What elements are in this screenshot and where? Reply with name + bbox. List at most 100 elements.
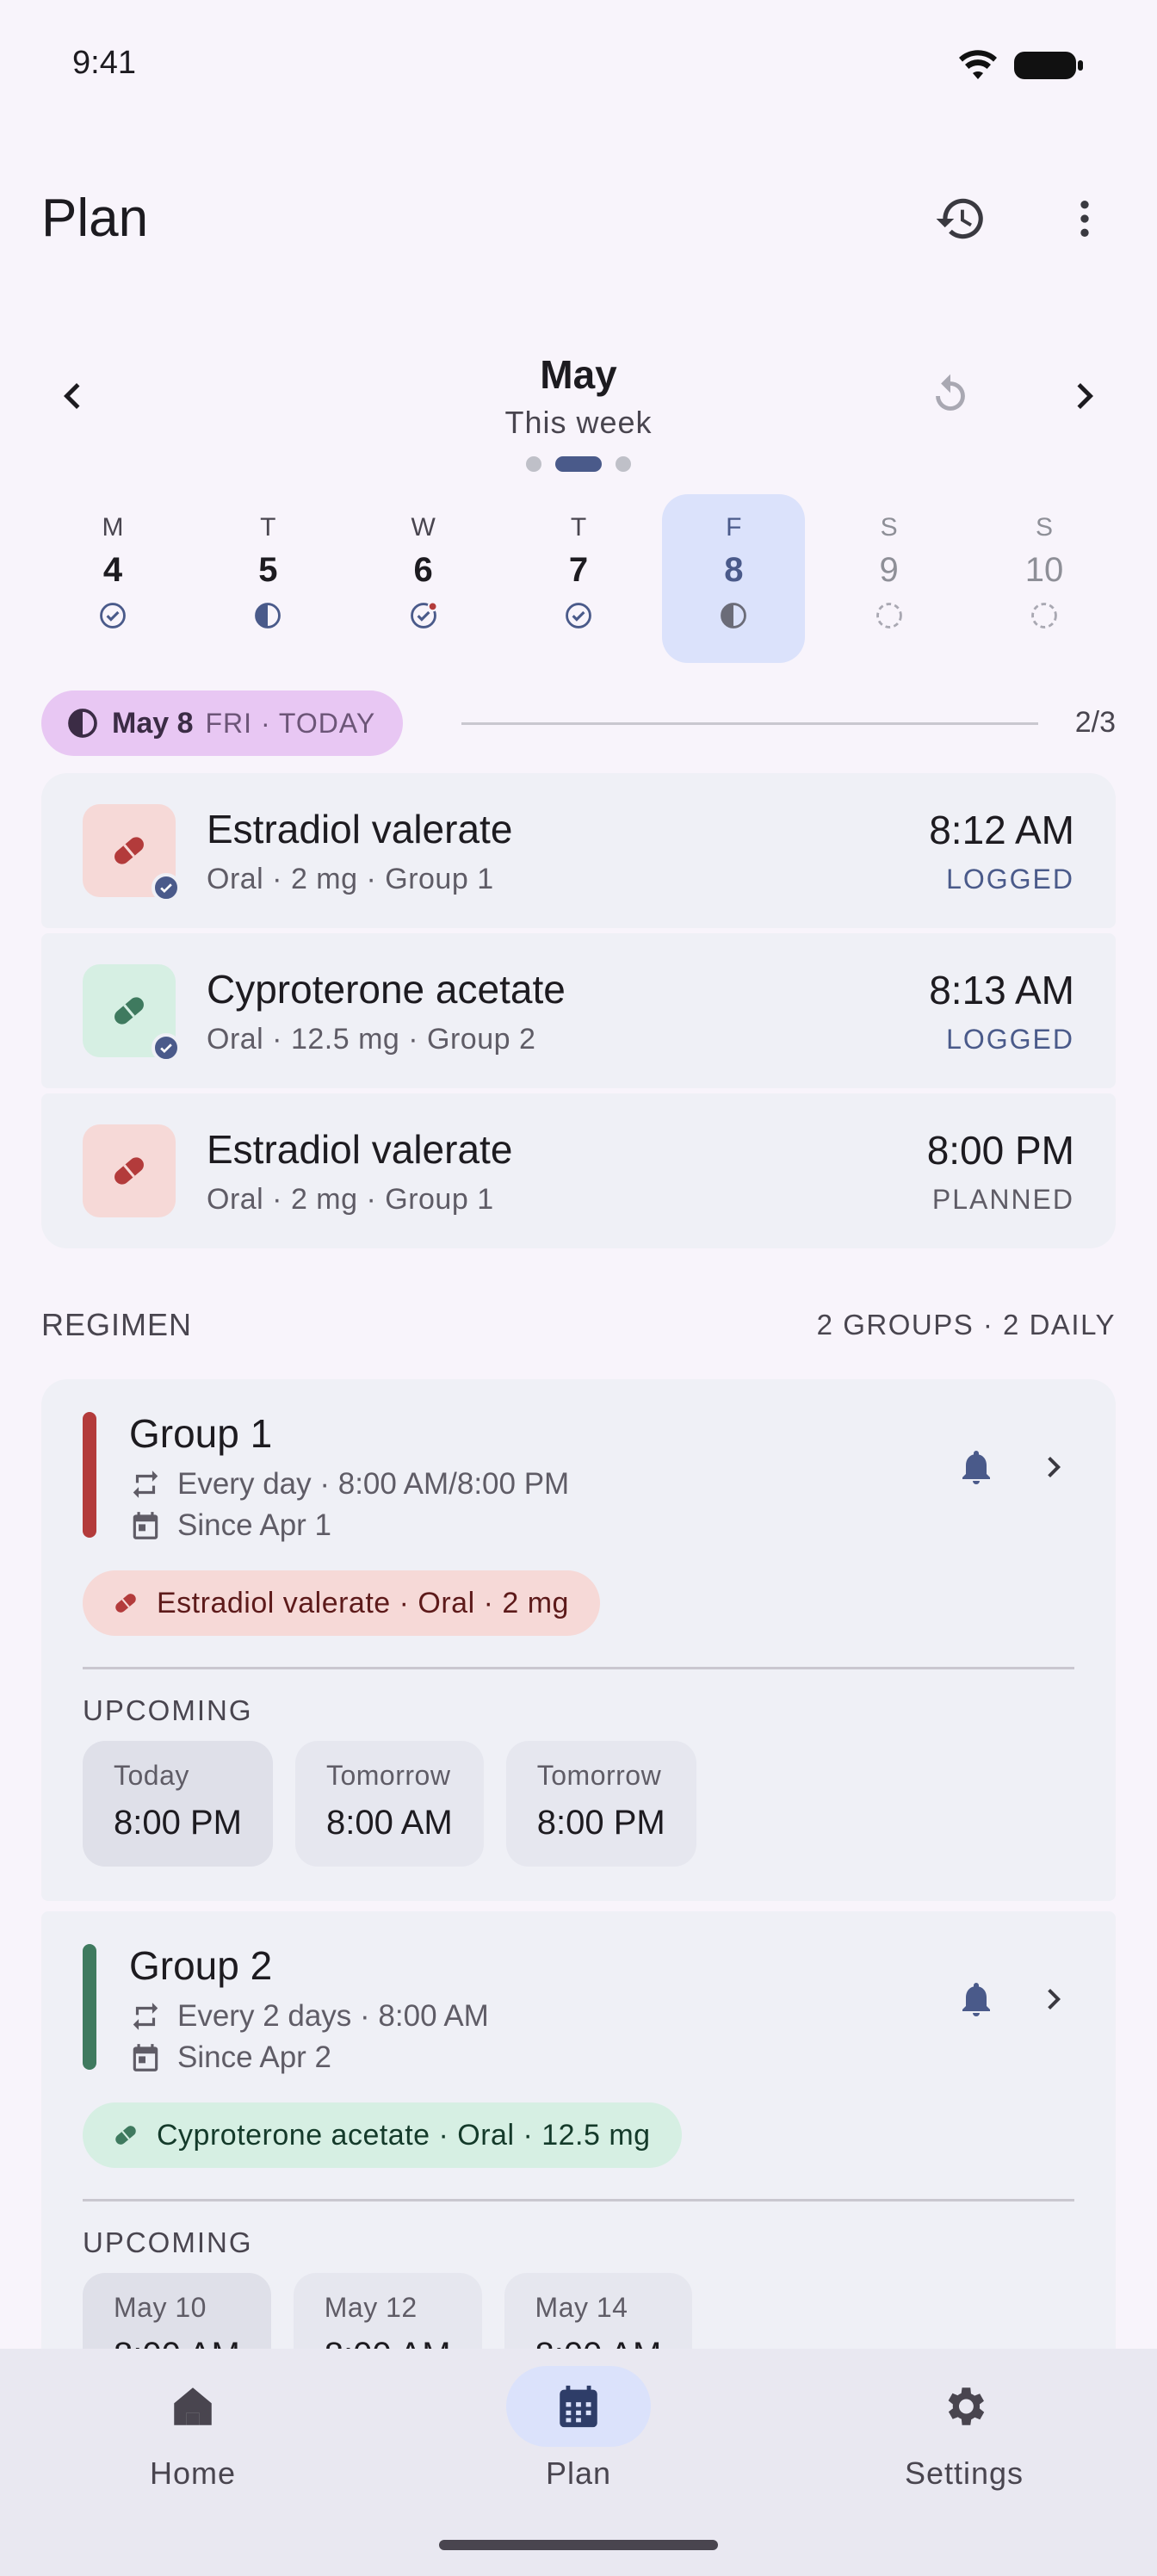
nav-label: Plan [545, 2455, 612, 2491]
calendar-icon [560, 2385, 597, 2428]
day-sunday[interactable]: S 10 [973, 494, 1116, 663]
slot-day: Today [114, 1760, 189, 1791]
next-week-button[interactable] [1043, 355, 1126, 437]
day-letter: F [726, 513, 742, 542]
slot-time: 8:00 AM [325, 1804, 453, 1842]
regimen-summary: 2 GROUPS · 2 DAILY [816, 1309, 1116, 1341]
chevron-right-icon [1077, 383, 1093, 409]
half-circle-icon [721, 603, 747, 629]
dose-card[interactable]: Cyproterone acetate Oral · 12.5 mg · Gro… [41, 933, 1116, 1088]
group-med-chip[interactable]: Estradiol valerate · Oral · 2 mg [83, 1570, 600, 1636]
nav-indicator [121, 2366, 265, 2447]
more-options-button[interactable] [1043, 177, 1126, 260]
dose-details: Oral · 12.5 mg · Group 2 [207, 1022, 536, 1056]
nav-settings[interactable]: Settings [771, 2349, 1157, 2492]
day-tuesday[interactable]: T 5 [196, 494, 339, 663]
group-schedule-row: Every day · 8:00 AM/8:00 PM [129, 1467, 569, 1502]
check-circle-note-icon [410, 601, 438, 629]
dose-time: 8:13 AM [929, 967, 1074, 1012]
today-date: May 8 [112, 706, 194, 740]
history-icon [936, 198, 983, 239]
slot-time: 8:00 PM [536, 1804, 665, 1842]
day-letter: S [1035, 513, 1053, 542]
dose-progress-count: 2/3 [1074, 706, 1116, 739]
gesture-home-bar[interactable] [439, 2540, 718, 2550]
dose-details: Oral · 2 mg · Group 1 [207, 862, 494, 895]
nav-indicator [892, 2366, 1036, 2447]
group-title: Group 2 [129, 1943, 273, 1988]
upcoming-label: UPCOMING [83, 2226, 253, 2258]
pill-tile [83, 804, 181, 902]
group-open-button[interactable] [1033, 1446, 1074, 1492]
slot-day: Tomorrow [536, 1760, 662, 1791]
slot-day: Tomorrow [325, 1760, 451, 1791]
history-button[interactable] [919, 177, 1002, 260]
week-day-strip: M 4 T 5 W 6 T 7 F 8 S 9 S 10 [41, 494, 1116, 663]
logged-check-badge [152, 873, 181, 902]
dose-status: LOGGED [946, 1023, 1074, 1055]
repeat-icon [133, 1471, 158, 1498]
wifi-icon [959, 50, 997, 79]
upcoming-slot[interactable]: Today 8:00 PM [83, 1741, 273, 1867]
pill-icon [114, 1157, 144, 1185]
today-chip[interactable]: May 8 FRI · TODAY [41, 690, 404, 756]
group-schedule-row: Every 2 days · 8:00 AM [129, 1999, 489, 2034]
group-schedule: Every day · 8:00 AM/8:00 PM [177, 1467, 570, 1501]
half-circle-icon [255, 603, 282, 629]
page-dot [526, 456, 541, 472]
week-page-indicator [0, 456, 1157, 472]
nav-plan[interactable]: Plan [386, 2349, 771, 2492]
group-reminder-button[interactable] [956, 1978, 997, 2024]
group-since: Since Apr 1 [177, 1508, 331, 1542]
day-monday[interactable]: M 4 [41, 494, 184, 663]
page-dot [616, 456, 631, 472]
day-number: 7 [568, 551, 589, 589]
day-letter: T [260, 513, 276, 542]
nav-home[interactable]: Home [0, 2349, 386, 2492]
upcoming-slot[interactable]: Tomorrow 8:00 AM [294, 1741, 484, 1867]
day-friday-selected[interactable]: F 8 [662, 494, 806, 663]
day-number: 10 [1024, 551, 1064, 589]
check-icon [160, 1043, 172, 1054]
dose-med-name: Cyproterone acetate [207, 966, 566, 1012]
group-med-label: Estradiol valerate · Oral · 2 mg [157, 1586, 569, 1619]
nav-indicator-active [506, 2366, 651, 2447]
calendar-icon [133, 2044, 158, 2071]
slot-time: 8:00 PM [114, 1804, 242, 1842]
bell-icon [962, 1983, 990, 2016]
dashed-circle-icon [1031, 603, 1057, 629]
gear-icon [948, 2387, 985, 2425]
slot-day: May 14 [535, 2292, 628, 2323]
repeat-icon [133, 2003, 158, 2030]
chevron-right-icon [1048, 1457, 1061, 1477]
group-open-button[interactable] [1033, 1978, 1074, 2024]
upcoming-slot[interactable]: Tomorrow 8:00 PM [505, 1741, 696, 1867]
dose-card[interactable]: Estradiol valerate Oral · 2 mg · Group 1… [41, 1093, 1116, 1248]
group-card-1[interactable]: Group 1 Every day · 8:00 AM/8:00 PM Sinc… [41, 1379, 1116, 1901]
today-subtitle: FRI · TODAY [205, 707, 376, 739]
dose-card[interactable]: Estradiol valerate Oral · 2 mg · Group 1… [41, 773, 1116, 928]
day-thursday[interactable]: T 7 [507, 494, 650, 663]
group-reminder-button[interactable] [956, 1446, 997, 1492]
dose-med-name: Estradiol valerate [207, 1126, 513, 1172]
dashed-circle-icon [875, 603, 902, 629]
day-saturday[interactable]: S 9 [818, 494, 961, 663]
reset-week-button[interactable] [909, 355, 992, 437]
bell-icon [962, 1451, 990, 1484]
battery-icon [1014, 52, 1083, 79]
calendar-icon [133, 1512, 158, 1539]
refresh-icon [936, 374, 965, 411]
check-circle-icon [566, 603, 591, 629]
slot-day: May 10 [114, 2292, 207, 2323]
group-color-bar [83, 1412, 96, 1538]
nav-label: Settings [904, 2455, 1024, 2491]
group-med-chip[interactable]: Cyproterone acetate · Oral · 12.5 mg [83, 2102, 682, 2168]
day-wednesday[interactable]: W 6 [352, 494, 495, 663]
day-letter: T [570, 513, 587, 542]
dose-status: PLANNED [931, 1183, 1074, 1215]
pill-icon [115, 1594, 136, 1613]
group-since-row: Since Apr 1 [129, 1508, 331, 1543]
day-letter: M [102, 513, 124, 542]
status-time: 9:41 [72, 45, 136, 81]
pill-icon [114, 997, 144, 1025]
